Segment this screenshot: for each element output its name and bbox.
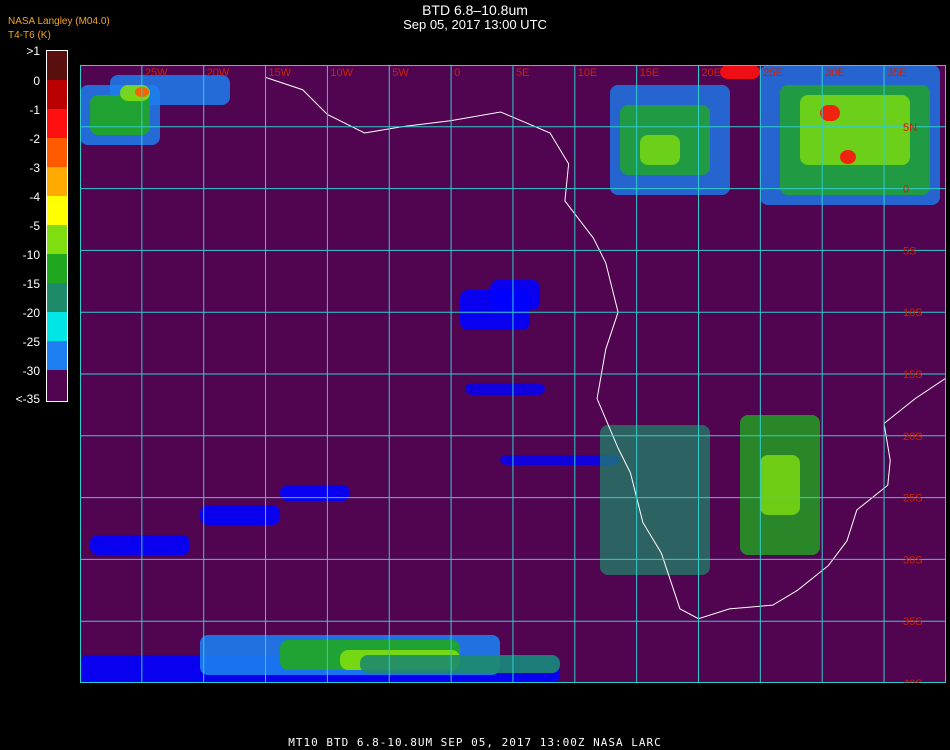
cloud-patch (360, 655, 560, 673)
legend-label: <-35 (15, 392, 40, 406)
longitude-label: 15W (269, 67, 292, 79)
cloud-patch (760, 455, 800, 515)
longitude-label: 35E (887, 67, 907, 79)
latitude-label: 40S (903, 678, 923, 683)
latitude-label: 5N (903, 122, 917, 134)
longitude-label: 25W (145, 67, 168, 79)
legend-swatch (47, 254, 67, 283)
latitude-label: 25S (903, 493, 923, 505)
longitude-label: 10E (578, 67, 598, 79)
longitude-label: 15E (640, 67, 660, 79)
cloud-patch (820, 105, 840, 121)
cloud-patch (200, 505, 280, 525)
legend-swatch (47, 283, 67, 312)
legend-label: -20 (22, 306, 40, 320)
longitude-label: 25E (763, 67, 783, 79)
legend-label: -1 (29, 103, 40, 117)
legend-swatch (47, 51, 67, 80)
longitude-label: 20W (207, 67, 230, 79)
legend-swatch (47, 196, 67, 225)
cloud-patch (720, 65, 760, 79)
latitude-label: 0 (903, 184, 909, 196)
latitude-label: 10S (903, 307, 923, 319)
latitude-label: 15S (903, 369, 923, 381)
legend-label: -25 (22, 335, 40, 349)
legend-label: -2 (29, 132, 40, 146)
legend-swatch (47, 80, 67, 109)
legend-swatch (47, 167, 67, 196)
cloud-patch (465, 383, 545, 395)
legend-swatch (47, 370, 67, 401)
legend-label: >1 (26, 44, 40, 58)
legend-swatch (47, 312, 67, 341)
credit-line-2: T4-T6 (K) (8, 30, 51, 41)
longitude-label: 0 (454, 67, 460, 79)
latitude-label: 30S (903, 554, 923, 566)
longitude-label: 30E (825, 67, 845, 79)
legend-label: -10 (22, 248, 40, 262)
legend-label: -5 (29, 219, 40, 233)
color-legend (46, 50, 68, 402)
satellite-map: 25W 20W 15W 10W 5W 0 5E 10E 15E 20E 25E 30E 35E 5N 0 5S… (80, 65, 946, 683)
cloud-patch (280, 485, 350, 501)
longitude-label: 5W (392, 67, 409, 79)
latitude-label: 20S (903, 431, 923, 443)
map-title: BTD 6.8–10.8um (422, 2, 528, 18)
legend-label: -30 (22, 364, 40, 378)
legend-swatch (47, 138, 67, 167)
legend-swatch (47, 341, 67, 370)
legend-swatch (47, 109, 67, 138)
legend-swatch (47, 225, 67, 254)
footer-caption: MT10 BTD 6.8-10.8UM SEP 05, 2017 13:00Z … (288, 736, 662, 749)
legend-label: 0 (33, 74, 40, 88)
cloud-patch (600, 425, 710, 575)
legend-label: -15 (22, 277, 40, 291)
map-timestamp: Sep 05, 2017 13:00 UTC (403, 17, 547, 32)
cloud-patch (90, 535, 190, 555)
cloud-patch (640, 135, 680, 165)
cloud-patch (490, 280, 540, 310)
cloud-patch (840, 150, 856, 164)
latitude-label: 35S (903, 616, 923, 628)
longitude-label: 20E (702, 67, 722, 79)
legend-label: -3 (29, 161, 40, 175)
credit-line-1: NASA Langley (M04.0) (8, 16, 110, 27)
longitude-label: 5E (516, 67, 529, 79)
longitude-label: 10W (330, 67, 353, 79)
latitude-label: 5S (903, 245, 916, 257)
legend-label: -4 (29, 190, 40, 204)
